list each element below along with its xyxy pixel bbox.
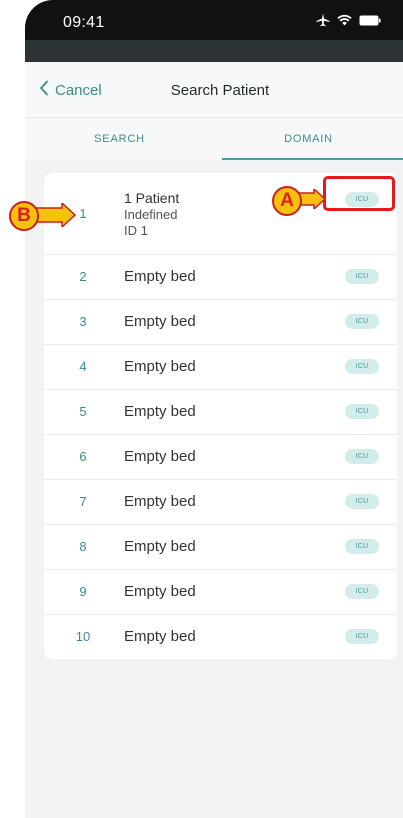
bed-row-8[interactable]: 8 Empty bed ICU <box>44 525 397 570</box>
domain-badge: ICU <box>345 404 379 419</box>
bed-row-3[interactable]: 3 Empty bed ICU <box>44 300 397 345</box>
bed-status: Empty bed <box>124 313 196 330</box>
domain-badge: ICU <box>345 269 379 284</box>
callout-b: B <box>9 201 39 231</box>
bed-number: 3 <box>79 314 87 329</box>
domain-badge: ICU <box>345 449 379 464</box>
callout-b-arrow <box>36 203 76 227</box>
bed-status: Empty bed <box>124 583 196 600</box>
bed-row-6[interactable]: 6 Empty bed ICU <box>44 435 397 480</box>
callout-a-arrow <box>298 189 326 209</box>
bed-row-10[interactable]: 10 Empty bed ICU <box>44 615 397 659</box>
bed-status: Empty bed <box>124 268 196 285</box>
domain-badge: ICU <box>345 314 379 329</box>
airplane-icon <box>316 13 330 27</box>
bed-row-5[interactable]: 5 Empty bed ICU <box>44 390 397 435</box>
bed-status: Empty bed <box>124 538 196 555</box>
navigation-background <box>25 40 403 62</box>
status-time: 09:41 <box>63 14 105 31</box>
highlight-box <box>323 176 395 211</box>
callout-a: A <box>272 186 302 216</box>
patient-detail: Indefined <box>124 207 178 222</box>
bed-status: Empty bed <box>124 403 196 420</box>
bed-number: 5 <box>79 404 87 419</box>
bed-row-7[interactable]: 7 Empty bed ICU <box>44 480 397 525</box>
bed-status: Empty bed <box>124 358 196 375</box>
bed-number: 8 <box>79 539 87 554</box>
domain-badge: ICU <box>345 494 379 509</box>
bed-number: 2 <box>79 269 87 284</box>
bed-status: Empty bed <box>124 493 196 510</box>
bed-number: 9 <box>79 584 87 599</box>
bed-row-9[interactable]: 9 Empty bed ICU <box>44 570 397 615</box>
status-icons <box>316 13 381 27</box>
patient-info: 1 Patient Indefined ID 1 <box>124 190 179 239</box>
patient-name: 1 Patient <box>124 190 180 206</box>
domain-badge: ICU <box>345 539 379 554</box>
header-bar: Cancel Search Patient <box>25 62 403 118</box>
bed-row-4[interactable]: 4 Empty bed ICU <box>44 345 397 390</box>
tab-bar: SEARCH DOMAIN <box>25 118 403 160</box>
bed-number: 7 <box>79 494 87 509</box>
tab-domain[interactable]: DOMAIN <box>214 118 403 160</box>
bed-list: 1 1 Patient Indefined ID 1 ICU 2 Empty b… <box>44 173 397 659</box>
battery-icon <box>359 15 381 26</box>
tab-search[interactable]: SEARCH <box>25 118 214 160</box>
bed-number: 6 <box>79 449 87 464</box>
page-title: Search Patient <box>170 82 270 99</box>
domain-badge: ICU <box>345 584 379 599</box>
domain-badge: ICU <box>345 359 379 374</box>
domain-badge: ICU <box>345 629 379 644</box>
status-bar: 09:41 <box>25 0 403 40</box>
bed-number: 4 <box>79 359 87 374</box>
phone-screen: 09:41 Cancel Search Patient SEARCH DOMAI… <box>25 0 403 818</box>
bed-row-2[interactable]: 2 Empty bed ICU <box>44 255 397 300</box>
bed-number: 10 <box>75 629 91 644</box>
wifi-icon <box>337 14 352 26</box>
bed-status: Empty bed <box>124 628 196 645</box>
bed-status: Empty bed <box>124 448 196 465</box>
patient-id: ID 1 <box>124 223 148 238</box>
